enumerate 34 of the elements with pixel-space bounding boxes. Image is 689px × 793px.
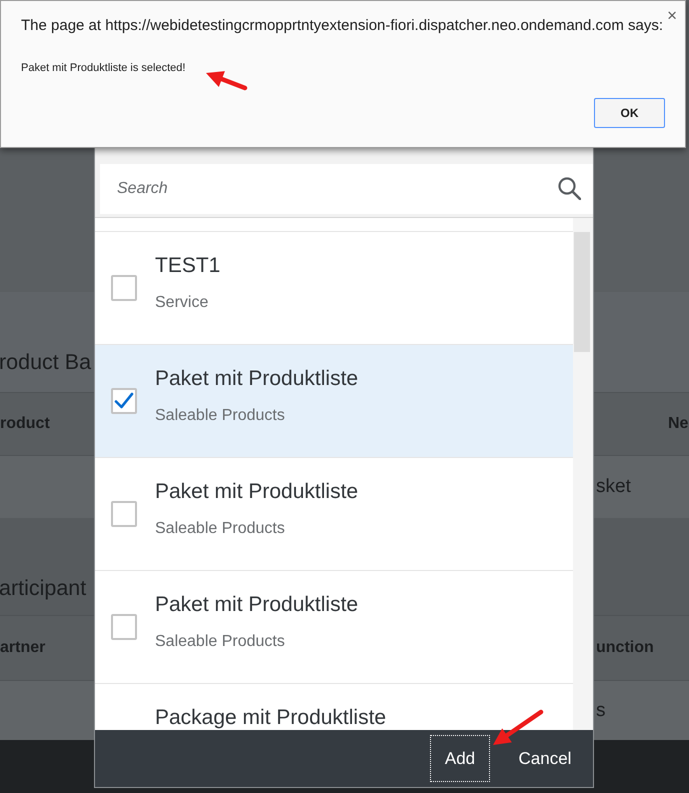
item-subtitle: Saleable Products (155, 519, 285, 539)
alert-message: Paket mit Produktliste is selected! (21, 61, 186, 75)
checkbox[interactable] (111, 501, 137, 527)
annotation-arrow (493, 710, 544, 745)
item-subtitle: Saleable Products (155, 406, 285, 426)
checkbox[interactable] (111, 614, 137, 640)
item-title: TEST1 (155, 253, 220, 279)
item-title: Paket mit Produktliste (155, 366, 358, 392)
ok-button[interactable]: OK (594, 98, 665, 128)
checkbox[interactable] (111, 388, 137, 414)
column-header: Ne (668, 414, 688, 434)
dialog-button[interactable]: Cancel (505, 735, 585, 782)
item-title: Package mit Produktliste (155, 705, 386, 730)
search-field[interactable]: Search (100, 164, 593, 214)
annotation-arrow (206, 71, 248, 90)
item-subtitle: Saleable Products (155, 632, 285, 652)
checkbox[interactable] (111, 275, 137, 301)
scrollbar-thumb[interactable] (574, 232, 590, 352)
dialog-button[interactable]: Add (430, 735, 490, 782)
column-header: unction (596, 638, 654, 658)
column-header: roduct (0, 414, 50, 434)
search-icon[interactable] (558, 177, 581, 200)
list-item[interactable]: Paket mit Produktliste Saleable Products (95, 345, 573, 458)
table-cell: s (596, 700, 606, 722)
close-button[interactable]: × (667, 9, 677, 23)
column-header: artner (0, 638, 46, 658)
scrollbar[interactable] (573, 218, 593, 730)
table-cell: sket (596, 476, 631, 498)
item-subtitle: Service (155, 293, 208, 313)
item-title: Paket mit Produktliste (155, 592, 358, 618)
section-heading: roduct Ba (0, 349, 92, 375)
section-heading: articipant (0, 575, 86, 601)
item-title: Paket mit Produktliste (155, 479, 358, 505)
alert-title: The page at https://webidetestingcrmopprtntyextension-fiori.dispatcher.neo.ondemand.com says: (21, 16, 664, 36)
